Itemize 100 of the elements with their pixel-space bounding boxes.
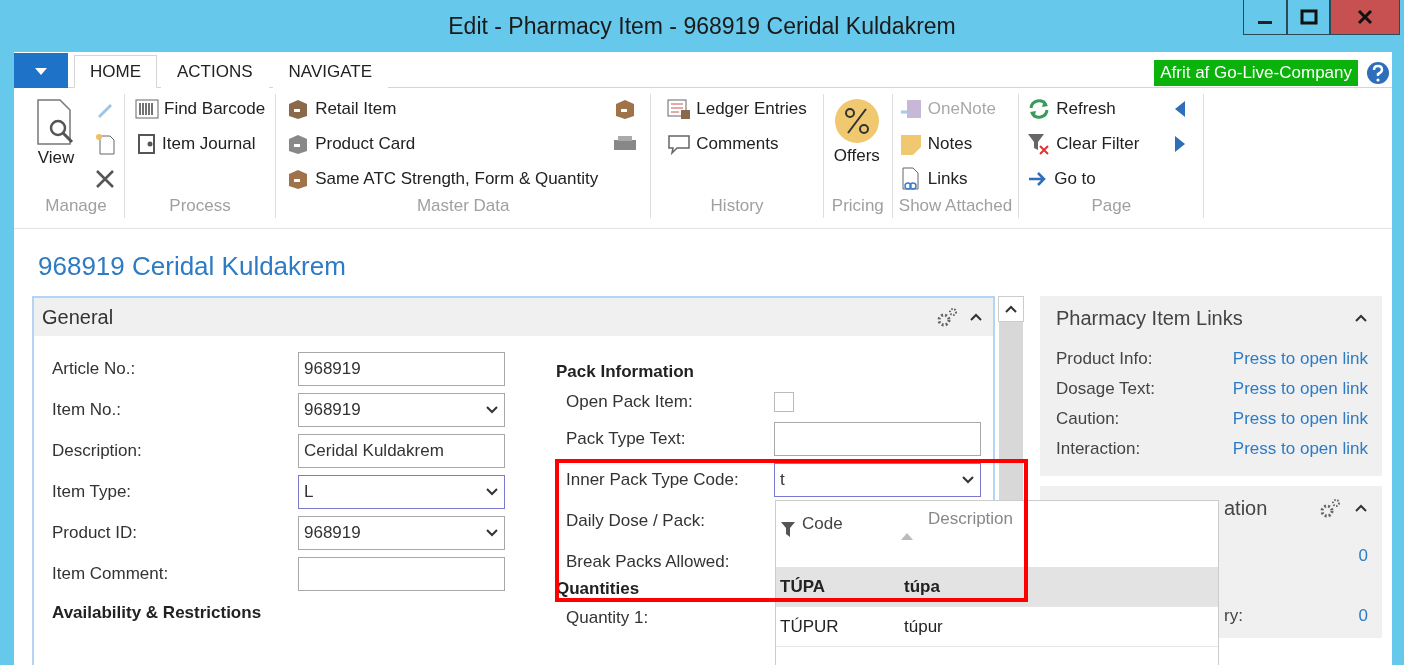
product-card-button[interactable]: Product Card bbox=[286, 129, 599, 158]
scroll-up-icon bbox=[1004, 304, 1018, 314]
panel-title: General bbox=[42, 305, 115, 329]
group-label: Master Data bbox=[415, 196, 511, 217]
factbox-link[interactable]: Press to open link bbox=[1232, 379, 1368, 399]
group-label: Manage bbox=[44, 196, 108, 217]
factbox-label: Interaction: bbox=[1056, 439, 1142, 459]
field-label: Product ID: bbox=[52, 523, 139, 543]
chevron-down-icon bbox=[485, 528, 499, 538]
sticky-note-icon bbox=[898, 132, 923, 155]
factbox-title: Pharmacy Item Links bbox=[1056, 306, 1244, 330]
collapse-icon bbox=[1354, 313, 1368, 323]
percent-icon bbox=[833, 98, 880, 144]
text-field[interactable]: 968919 bbox=[298, 352, 505, 386]
journal-icon bbox=[135, 132, 157, 155]
close-button[interactable] bbox=[1330, 0, 1400, 35]
notes-button[interactable]: Notes bbox=[898, 129, 996, 158]
group-label: Pricing bbox=[831, 196, 884, 217]
links-button[interactable]: Links bbox=[898, 164, 996, 193]
field-label: Quantity 1: bbox=[566, 608, 650, 628]
dropdown-field[interactable]: t bbox=[774, 463, 981, 497]
notebook-icon bbox=[898, 97, 923, 120]
factbox-label: Product Info: bbox=[1056, 349, 1154, 369]
description-cell-text: túpur bbox=[904, 616, 944, 637]
ledger-icon bbox=[667, 97, 692, 120]
description-cell-text: túpa bbox=[904, 576, 941, 597]
field-label: Inner Pack Type Code: bbox=[566, 470, 740, 490]
company-badge: Afrit af Go-Live-Company bbox=[1154, 59, 1358, 86]
caret-icon bbox=[34, 65, 48, 76]
collapse-icon bbox=[1354, 503, 1368, 513]
lookup-row[interactable]: TÚPA túpa bbox=[776, 567, 1218, 607]
field-label: Daily Dose / Pack: bbox=[566, 511, 706, 531]
speech-bubble-icon bbox=[667, 132, 692, 155]
chevron-down-icon bbox=[485, 487, 499, 497]
dropdown-field[interactable]: 968919 bbox=[298, 393, 505, 427]
field-label: Article No.: bbox=[52, 359, 137, 379]
group-label: Show Attached bbox=[898, 196, 1013, 217]
text-field[interactable]: Ceridal Kuldakrem bbox=[298, 434, 505, 468]
refresh-button[interactable]: Refresh bbox=[1027, 94, 1140, 123]
filter-icon bbox=[780, 519, 796, 539]
group-label: Process bbox=[168, 196, 232, 217]
comments-button[interactable]: Comments bbox=[667, 129, 807, 158]
maximize-icon bbox=[1299, 9, 1318, 25]
page-title: 968919 Ceridal Kuldakrem bbox=[38, 251, 347, 282]
offers-button[interactable]: Offers bbox=[831, 94, 882, 196]
factbox-link[interactable]: Press to open link bbox=[1232, 439, 1368, 459]
chevron-down-icon bbox=[961, 475, 975, 485]
factbox-link[interactable]: 0 bbox=[1358, 546, 1368, 566]
collapse-icon bbox=[969, 312, 983, 322]
go-to-button[interactable]: Go to bbox=[1027, 164, 1140, 193]
field-label: Description: bbox=[52, 441, 143, 461]
ledger-entries-button[interactable]: Ledger Entries bbox=[667, 94, 807, 123]
window-title: Edit - Pharmacy Item - 968919 Ceridal Kuldakrem bbox=[448, 12, 956, 40]
column-header[interactable]: Code bbox=[780, 509, 900, 539]
code-cell-text: TÚPUR bbox=[780, 616, 840, 637]
new-document-icon bbox=[94, 131, 116, 156]
same-atc-button[interactable]: Same ATC Strength, Form & Quantity bbox=[286, 164, 599, 193]
find-barcode-button[interactable]: Find Barcode bbox=[135, 94, 266, 123]
chevron-down-icon bbox=[485, 405, 499, 415]
minimize-icon bbox=[1258, 20, 1272, 24]
dropdown-field[interactable]: 968919 bbox=[298, 516, 505, 550]
minimize-button[interactable] bbox=[1243, 0, 1287, 35]
column-header[interactable]: Description bbox=[928, 509, 1128, 529]
group-label: History bbox=[709, 196, 765, 217]
field-label: Item No.: bbox=[52, 400, 122, 420]
view-button[interactable]: View bbox=[32, 94, 80, 196]
factbox-link[interactable]: 0 bbox=[1358, 606, 1368, 626]
menu-button[interactable] bbox=[14, 53, 68, 88]
factbox-link[interactable]: Press to open link bbox=[1232, 409, 1368, 429]
settings-icon bbox=[1318, 497, 1342, 519]
factbox-link[interactable]: Press to open link bbox=[1232, 349, 1368, 369]
group-label: Page bbox=[1090, 196, 1133, 217]
factbox-label: ry: bbox=[1223, 606, 1243, 626]
delete-icon bbox=[94, 167, 116, 190]
field-label: Pack Type Text: bbox=[566, 429, 687, 449]
triangle-left-icon bbox=[1173, 99, 1188, 118]
retail-item-button[interactable]: Retail Item bbox=[286, 94, 599, 123]
section-heading: Pack Information bbox=[556, 362, 694, 382]
section-heading: Quantities bbox=[556, 579, 640, 599]
item-journal-button[interactable]: Item Journal bbox=[135, 129, 266, 158]
code-cell-text: TÚPA bbox=[780, 576, 826, 597]
barcode-icon bbox=[135, 97, 159, 120]
ribbon-tab[interactable]: HOME bbox=[74, 55, 157, 88]
field-label: Break Packs Allowed: bbox=[566, 552, 731, 572]
sort-ascending-icon bbox=[900, 531, 914, 541]
clear-filter-button[interactable]: Clear Filter bbox=[1027, 129, 1140, 158]
clear-filter-icon bbox=[1027, 131, 1052, 156]
field-label: Item Type: bbox=[52, 482, 133, 502]
dropdown-field[interactable]: L bbox=[298, 475, 505, 509]
checkbox[interactable] bbox=[774, 392, 794, 412]
factbox-label: Dosage Text: bbox=[1056, 379, 1156, 399]
settings-icon bbox=[935, 306, 959, 328]
section-heading: Availability & Restrictions bbox=[52, 603, 262, 623]
text-field[interactable] bbox=[774, 422, 981, 456]
factbox-label: Caution: bbox=[1056, 409, 1121, 429]
field-label: Open Pack Item: bbox=[566, 392, 694, 412]
close-icon bbox=[1356, 9, 1374, 25]
text-field[interactable] bbox=[298, 557, 505, 591]
maximize-button[interactable] bbox=[1287, 0, 1330, 35]
field-label: Item Comment: bbox=[52, 564, 170, 584]
